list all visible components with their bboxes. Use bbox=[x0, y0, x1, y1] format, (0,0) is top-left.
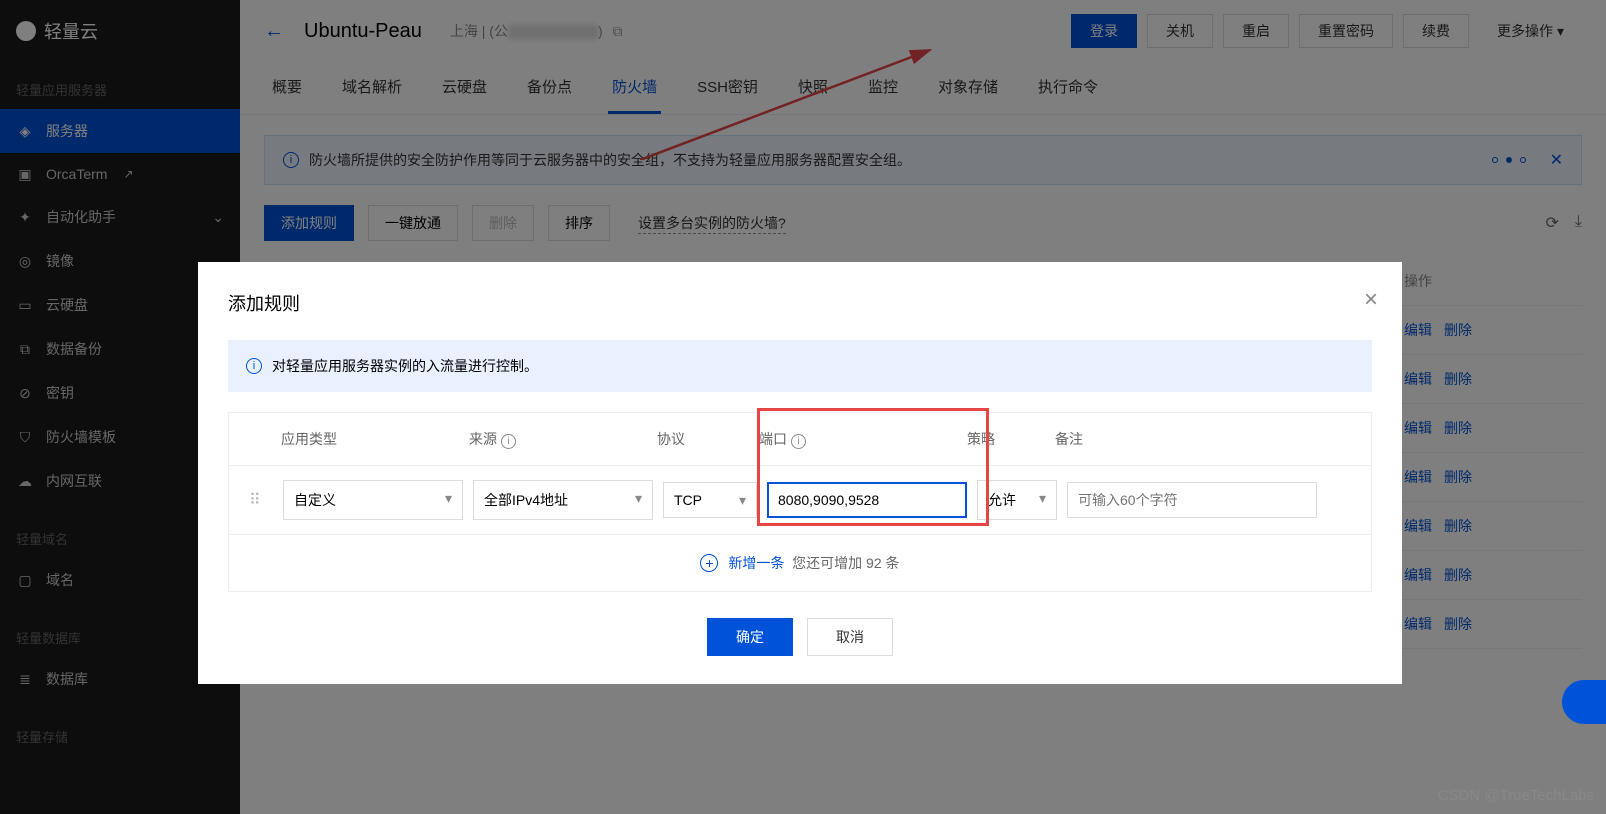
plus-icon[interactable]: + bbox=[700, 554, 718, 572]
cancel-button[interactable]: 取消 bbox=[807, 618, 893, 656]
add-row-area: + 新增一条 您还可增加 92 条 bbox=[229, 535, 1371, 591]
app-type-select[interactable]: 自定义 bbox=[283, 480, 463, 520]
help-fab[interactable] bbox=[1562, 680, 1606, 724]
mcol-policy: 策略 bbox=[967, 429, 1047, 449]
port-input[interactable] bbox=[767, 482, 967, 518]
remain-text: 您还可增加 92 条 bbox=[792, 555, 899, 571]
help-icon[interactable]: i bbox=[501, 434, 516, 449]
modal-footer: 确定 取消 bbox=[228, 618, 1372, 656]
mcol-port-label: 端口 bbox=[759, 431, 787, 447]
info-icon: i bbox=[246, 358, 262, 374]
note-input[interactable] bbox=[1067, 482, 1317, 518]
modal-info-text: 对轻量应用服务器实例的入流量进行控制。 bbox=[272, 356, 538, 376]
modal-rule-row: ⠿ 自定义 全部IPv4地址 TCP 允许 bbox=[229, 466, 1371, 535]
drag-handle-icon[interactable]: ⠿ bbox=[249, 490, 273, 510]
modal-table-header: 应用类型 来源 i 协议 端口 i 策略 备注 bbox=[229, 413, 1371, 466]
modal-table: 应用类型 来源 i 协议 端口 i 策略 备注 ⠿ 自定义 全部IPv4地址 TCP… bbox=[228, 412, 1372, 592]
mcol-port: 端口 i bbox=[759, 429, 959, 449]
watermark: CSDN @TrueTechLabs bbox=[1438, 787, 1594, 804]
mcol-src: 来源 i bbox=[469, 429, 649, 449]
modal-title: 添加规则 bbox=[228, 290, 1372, 316]
mcol-proto: 协议 bbox=[657, 429, 751, 449]
protocol-select[interactable]: TCP bbox=[663, 482, 757, 518]
policy-select[interactable]: 允许 bbox=[977, 480, 1057, 520]
confirm-button[interactable]: 确定 bbox=[707, 618, 793, 656]
mcol-note: 备注 bbox=[1055, 429, 1305, 449]
mcol-app: 应用类型 bbox=[281, 429, 461, 449]
mcol-src-label: 来源 bbox=[469, 431, 497, 447]
close-icon[interactable]: × bbox=[1364, 286, 1378, 314]
add-row-link[interactable]: 新增一条 bbox=[728, 555, 784, 571]
add-rule-modal: 添加规则 × i 对轻量应用服务器实例的入流量进行控制。 应用类型 来源 i 协议… bbox=[198, 262, 1402, 684]
help-icon[interactable]: i bbox=[791, 434, 806, 449]
modal-info: i 对轻量应用服务器实例的入流量进行控制。 bbox=[228, 340, 1372, 392]
source-select[interactable]: 全部IPv4地址 bbox=[473, 480, 653, 520]
